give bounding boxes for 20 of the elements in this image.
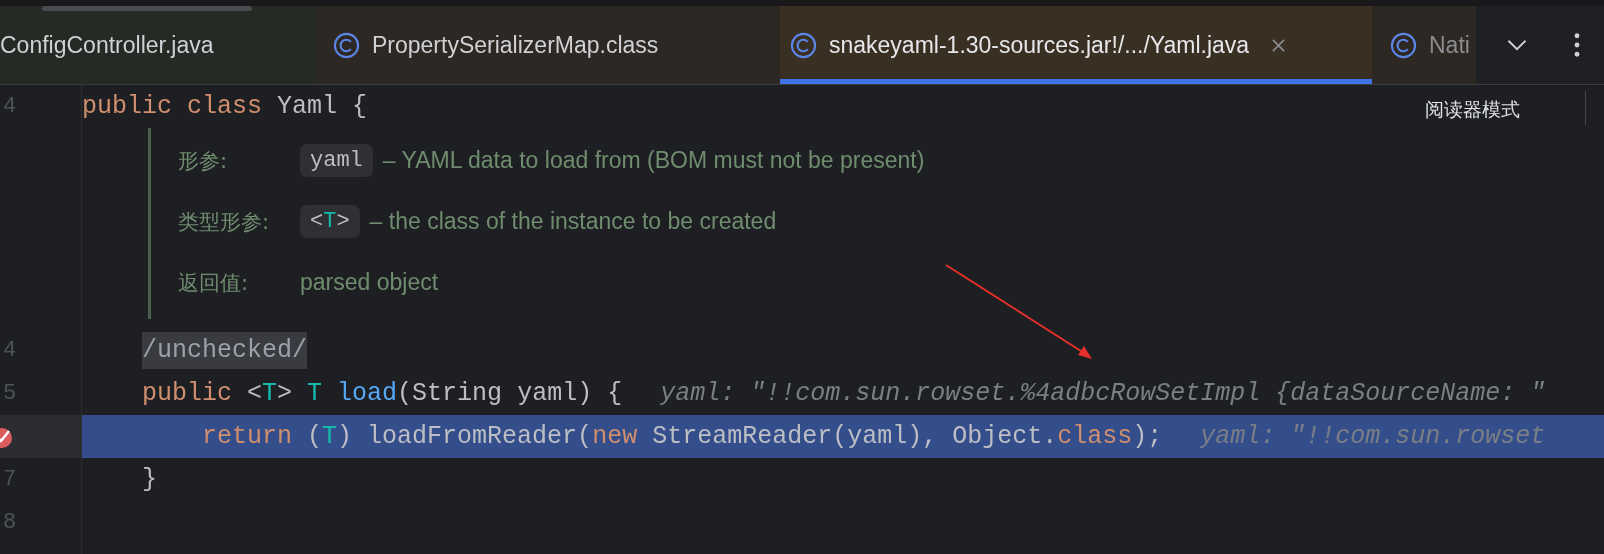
inline-value-hint: yaml: "!!com.sun.rowset	[1200, 422, 1546, 451]
doc-text: – the class of the instance to be created	[369, 208, 777, 235]
doc-label: 类型形参:	[178, 208, 271, 236]
editor-tab[interactable]: snakeyaml-1.30-sources.jar!/.../Yaml.java	[780, 6, 1372, 84]
code-line: public class Yaml {	[82, 92, 368, 121]
editor-tab[interactable]: Nati	[1372, 6, 1476, 84]
doc-text: – YAML data to load from (BOM must not be present)	[382, 147, 925, 174]
code-line: public <T> T load(String yaml) {	[142, 379, 623, 408]
folded-annotation[interactable]: /unchecked/	[142, 332, 308, 369]
inline-value-hint: yaml: "!!com.sun.rowset.%4adbcRowSetImpl {dataSourceName: "	[660, 379, 1546, 408]
code-line: }	[142, 465, 157, 494]
doc-label: 返回值:	[178, 269, 250, 297]
code-line: return (T) loadFromReader(new StreamReader(yaml), Object.class);	[202, 422, 1163, 451]
editor-tab[interactable]: PropertySerializerMap.class	[318, 6, 780, 84]
doc-label: 形参:	[178, 147, 229, 175]
editor-tab[interactable]: ConfigController.java	[0, 6, 318, 84]
reader-mode-button[interactable]: 阅读器模式	[1421, 95, 1524, 125]
code-chip: yaml	[300, 144, 373, 177]
doc-text: parsed object	[300, 269, 439, 296]
code-chip: <T>	[300, 205, 360, 238]
